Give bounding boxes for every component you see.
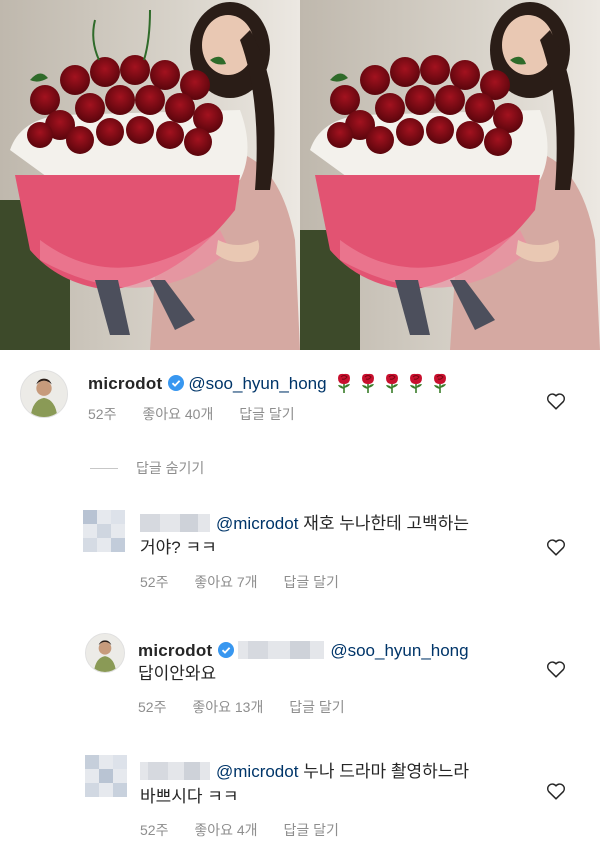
reply-3-line-2: 바쁘시다 ㅋㅋ [140,786,239,808]
reply-time: 52주 [138,699,167,715]
divider-dash [90,467,118,469]
avatar[interactable] [20,370,68,418]
comments-section: microdot @soo_hyun_hong 52주 좋아요 40개 답글 달기… [0,350,600,848]
photo-strip [0,0,600,350]
comment-meta: 52주 좋아요 40개 답글 달기 [88,404,317,424]
avatar[interactable] [85,633,125,673]
like-button[interactable] [545,536,567,558]
mention-link[interactable]: @microdot [216,762,298,781]
mention-link[interactable]: @soo_hyun_hong [188,374,326,393]
blurred-avatar-icon [83,510,125,552]
rose-emoji-icon [338,373,351,393]
reply-button[interactable]: 답글 달기 [283,574,338,590]
reply-button[interactable]: 답글 달기 [239,406,294,422]
like-button[interactable] [545,780,567,802]
profile-avatar-icon [21,371,67,417]
reply-button[interactable]: 답글 달기 [289,699,344,715]
verified-badge-icon [168,375,185,391]
rose-emoji-icon [434,373,447,393]
like-button[interactable] [545,390,567,412]
heart-icon [546,661,566,678]
reply-time: 52주 [140,574,169,590]
comment-main: microdot @soo_hyun_hong [88,372,451,395]
blurred-username[interactable] [140,514,210,532]
rose-emojis [331,373,451,393]
likes-count-button[interactable]: 좋아요 4개 [194,822,257,838]
heart-icon [546,393,566,410]
reply-button[interactable]: 답글 달기 [283,822,338,838]
comment-username[interactable]: microdot [138,641,212,660]
verified-badge-icon [218,642,235,658]
comment-username[interactable]: microdot [88,374,162,393]
profile-avatar-icon [86,634,124,672]
mention-link[interactable]: @microdot [216,514,298,533]
rose-emoji-icon [362,373,375,393]
reply-meta: 52주 좋아요 4개 답글 달기 [140,820,361,840]
reply-1-line-2: 거야? ㅋㅋ [140,537,217,559]
avatar[interactable] [85,755,127,797]
rose-emoji-icon [386,373,399,393]
post-photo-left[interactable] [0,0,300,350]
reply-text: 답이안와요 [138,664,217,683]
hide-replies-button[interactable]: 답글 숨기기 [90,459,204,477]
blurred-mention[interactable] [238,641,325,659]
reply-time: 52주 [140,822,169,838]
reply-1-line-1: @microdot 재호 누나한테 고백하는 [140,513,469,535]
comment-time: 52주 [88,406,117,422]
heart-icon [546,783,566,800]
blurred-username[interactable] [140,762,210,780]
rose-emoji-icon [410,373,423,393]
rose-bouquet-photo [300,0,600,350]
reply-meta: 52주 좋아요 7개 답글 달기 [140,572,361,592]
blurred-avatar-icon [85,755,127,797]
mention-link[interactable]: @soo_hyun_hong [330,641,468,660]
like-button[interactable] [545,658,567,680]
hide-replies-label: 답글 숨기기 [136,460,205,476]
reply-meta: 52주 좋아요 13개 답글 달기 [138,697,367,717]
reply-text: 바쁘시다 ㅋㅋ [140,787,239,806]
likes-count-button[interactable]: 좋아요 13개 [192,699,263,715]
likes-count-button[interactable]: 좋아요 7개 [194,574,257,590]
reply-3-line-1: @microdot 누나 드라마 촬영하느라 [140,761,469,783]
likes-count-button[interactable]: 좋아요 40개 [142,406,213,422]
rose-bouquet-photo [0,0,300,350]
avatar[interactable] [83,510,125,552]
post-photo-right[interactable] [300,0,600,350]
reply-2-line-2: 답이안와요 [138,663,216,685]
reply-text: 누나 드라마 촬영하느라 [303,762,470,781]
reply-text: 거야? ㅋㅋ [140,538,217,557]
heart-icon [546,539,566,556]
reply-text: 재호 누나한테 고백하는 [303,514,470,533]
reply-2-line-1: microdot @soo_hyun_hong [138,640,469,662]
